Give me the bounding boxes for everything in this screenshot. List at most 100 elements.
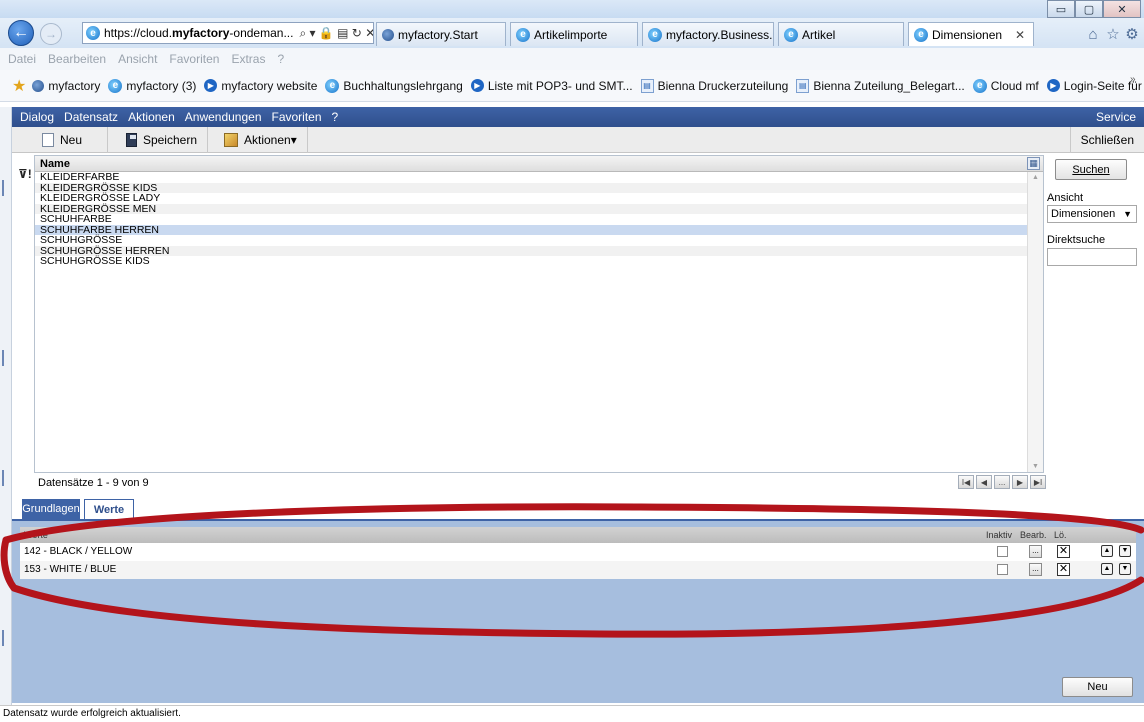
tab-myfactory-start[interactable]: myfactory.Start <box>376 22 506 46</box>
move-up-icon[interactable]: ▲ <box>1101 563 1113 575</box>
gear-icon[interactable]: ⚙ <box>1123 25 1141 43</box>
menu-ansicht[interactable]: Ansicht <box>118 52 157 66</box>
fav-myfactory[interactable]: myfactory <box>32 79 100 93</box>
app-menu-datensatz[interactable]: Datensatz <box>64 110 118 124</box>
direct-search-input[interactable] <box>1047 248 1137 266</box>
value-row[interactable]: 142 - BLACK / YELLOW <box>20 543 1136 561</box>
save-button[interactable]: Speichern <box>108 126 208 153</box>
grid-row[interactable]: SCHUHGRÖSSE KIDS <box>35 256 1043 267</box>
grid-row[interactable]: SCHUHFARBE <box>35 214 1043 225</box>
ie-icon: e <box>325 78 340 93</box>
home-icon[interactable]: ⌂ <box>1084 25 1102 43</box>
edge-marker <box>2 350 4 366</box>
grid-row[interactable]: KLEIDERFARBE <box>35 172 1043 183</box>
scroll-up-icon[interactable]: ▲ <box>1032 174 1039 181</box>
fav-bienna-zuteilung[interactable]: ▤ Bienna Zuteilung_Belegart... <box>796 78 965 93</box>
tab-close-icon[interactable]: ✕ <box>1015 28 1025 42</box>
search-button[interactable]: Suchen <box>1055 159 1127 180</box>
app-menu-aktionen[interactable]: Aktionen <box>128 110 175 124</box>
tab-label: myfactory.Business... <box>666 27 774 42</box>
fav-pop3-liste[interactable]: ▶ Liste mit POP3- und SMT... <box>470 79 633 93</box>
fav-myfactory-website[interactable]: ▶ myfactory website <box>204 79 317 93</box>
actions-menu-button[interactable]: Aktionen▾ <box>208 126 308 153</box>
grid-row[interactable]: SCHUHGRÖSSE HERREN <box>35 245 1043 256</box>
forward-button[interactable]: → <box>40 23 62 45</box>
menu-favoriten[interactable]: Favoriten <box>169 52 219 66</box>
app-menu-dialog[interactable]: Dialog <box>20 110 54 124</box>
menu-datei[interactable]: Datei <box>8 52 36 66</box>
move-down-icon[interactable]: ▼ <box>1119 563 1131 575</box>
col-delete: Lö. <box>1054 530 1067 540</box>
grid-scrollbar[interactable]: ▲ ▼ <box>1027 172 1043 472</box>
move-down-icon[interactable]: ▼ <box>1119 545 1131 557</box>
pager-last-button[interactable]: ▶I <box>1030 475 1046 489</box>
grid-row[interactable]: SCHUHGRÖSSE <box>35 235 1043 246</box>
address-bar[interactable]: e https://cloud. myfactory -ondeman... ⌕ ▾… <box>82 22 374 44</box>
value-row[interactable]: 153 - WHITE / BLUE <box>20 561 1136 579</box>
move-up-icon[interactable]: ▲ <box>1101 545 1113 557</box>
inactive-checkbox[interactable] <box>997 564 1008 575</box>
arrow-icon: ▶ <box>1046 79 1060 92</box>
view-select[interactable]: Dimensionen ▼ <box>1047 205 1137 223</box>
tab-grundlagen[interactable]: Grundlagen <box>22 499 80 519</box>
edit-button[interactable]: ... <box>1029 563 1042 576</box>
pager-more-button[interactable]: ... <box>994 475 1010 489</box>
maximize-button[interactable]: ▢ <box>1075 0 1103 18</box>
grid-config-icon[interactable]: ▦ <box>1027 157 1040 170</box>
delete-button[interactable]: ✕ <box>1057 545 1070 558</box>
minimize-button[interactable]: ▭ <box>1047 0 1075 18</box>
tab-artikel[interactable]: e Artikel <box>778 22 904 46</box>
tab-label: Artikel <box>802 27 836 42</box>
tab-werte[interactable]: Werte <box>84 499 134 519</box>
ie-icon: e <box>108 78 123 93</box>
pager-next-button[interactable]: ▶ <box>1012 475 1028 489</box>
scroll-down-icon[interactable]: ▼ <box>1032 463 1039 470</box>
arrow-icon: ▶ <box>204 79 218 92</box>
service-link[interactable]: Service <box>1096 110 1136 124</box>
app-menu-favoriten[interactable]: Favoriten <box>272 110 322 124</box>
ie-icon: e <box>914 27 928 42</box>
page-icon: ▤ <box>796 78 810 93</box>
delete-button[interactable]: ✕ <box>1057 563 1070 576</box>
grid-row[interactable]: KLEIDERGRÖSSE KIDS <box>35 182 1043 193</box>
myfactory-icon <box>382 28 394 41</box>
menu-bearbeiten[interactable]: Bearbeiten <box>48 52 106 66</box>
edge-marker <box>2 630 4 646</box>
window-close-button[interactable]: ✕ <box>1103 0 1141 18</box>
arrow-left-icon: ← <box>13 24 29 41</box>
favorites-more-icon[interactable]: » <box>1130 74 1136 85</box>
pager-first-button[interactable]: I◀ <box>958 475 974 489</box>
menu-help[interactable]: ? <box>277 52 284 66</box>
tab-dimensionen[interactable]: e Dimensionen ✕ <box>908 22 1034 46</box>
fav-bienna-drucker[interactable]: ▤ Bienna Druckerzuteilung <box>640 78 788 93</box>
favorites-star-icon[interactable]: ★ <box>12 76 26 96</box>
fav-buchhaltung[interactable]: e Buchhaltungslehrgang <box>325 78 463 93</box>
grid-header-name[interactable]: Name ▦ <box>35 156 1043 172</box>
favorites-star-icon[interactable]: ☆ <box>1104 25 1122 43</box>
new-value-button[interactable]: Neu <box>1062 677 1133 697</box>
grid-row[interactable]: SCHUHFARBE HERREN <box>35 224 1043 235</box>
arrow-right-icon: → <box>45 27 57 41</box>
url-prefix: https://cloud. <box>104 26 173 40</box>
dimensions-grid: Name ▦ KLEIDERFARBE KLEIDERGRÖSSE KIDS KLE… <box>34 155 1044 473</box>
fav-cloud-mf[interactable]: e Cloud mf <box>972 78 1039 93</box>
app-menu-anwendungen[interactable]: Anwendungen <box>185 110 262 124</box>
ie-icon: e <box>86 26 100 40</box>
tab-artikelimporte[interactable]: e Artikelimporte <box>510 22 638 46</box>
app-menu-help[interactable]: ? <box>332 110 339 124</box>
filter-icon[interactable]: ⊽! <box>18 167 32 181</box>
edge-marker <box>2 180 4 196</box>
grid-row[interactable]: KLEIDERGRÖSSE MEN <box>35 203 1043 214</box>
menu-extras[interactable]: Extras <box>231 52 265 66</box>
close-button[interactable]: Schließen <box>1069 126 1144 153</box>
ie-icon: e <box>648 27 662 42</box>
address-tools[interactable]: ⌕ ▾ 🔒 ▤ ↻ ✕ <box>299 26 373 41</box>
pager-prev-button[interactable]: ◀ <box>976 475 992 489</box>
inactive-checkbox[interactable] <box>997 546 1008 557</box>
edit-button[interactable]: ... <box>1029 545 1042 558</box>
new-record-button[interactable]: Neu <box>12 126 108 153</box>
grid-row[interactable]: KLEIDERGRÖSSE LADY <box>35 193 1043 204</box>
tab-myfactory-business[interactable]: e myfactory.Business... <box>642 22 774 46</box>
back-button[interactable]: ← <box>8 20 34 46</box>
fav-myfactory-3[interactable]: e myfactory (3) <box>108 78 196 93</box>
